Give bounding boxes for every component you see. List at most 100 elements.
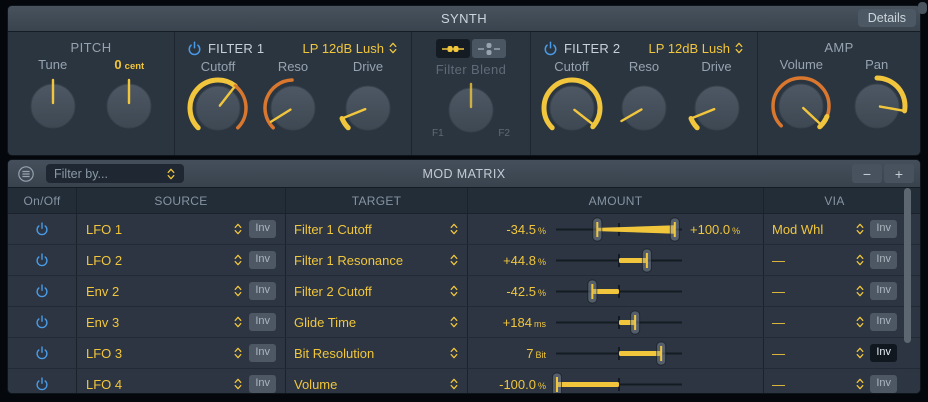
source-select[interactable]: LFO 3 [86,346,227,361]
details-button[interactable]: Details [858,9,916,27]
filter1-title: FILTER 1 [208,41,264,56]
amount-value[interactable]: +44.8% [474,253,546,268]
target-select[interactable]: Filter 1 Cutoff [294,222,445,237]
knob-reso[interactable]: Reso [612,58,676,139]
filter-by-select[interactable]: Filter by... [46,164,184,183]
amount-slider[interactable] [554,214,684,244]
knob-0[interactable]: 0cent [97,56,161,137]
chevron-updown-icon[interactable] [449,283,459,299]
source-inv-button[interactable]: Inv [249,282,276,299]
remove-row-button[interactable]: − [852,164,882,183]
amount-slider[interactable] [554,338,684,368]
chevron-updown-icon[interactable] [855,314,865,330]
via-inv-button[interactable]: Inv [870,251,897,268]
synth-panel: SYNTH Details PITCH Tune0cent FILTER 1 L… [8,6,920,155]
chevron-updown-icon[interactable] [449,221,459,237]
chevron-updown-icon[interactable] [233,283,243,299]
knob-reso[interactable]: Reso [261,58,325,139]
row-power-cell[interactable] [8,276,77,306]
via-inv-button[interactable]: Inv [870,344,897,361]
via-inv-button[interactable]: Inv [870,375,897,392]
source-select[interactable]: LFO 2 [86,253,227,268]
filter1-power-icon[interactable] [187,41,202,56]
chevron-updown-icon[interactable] [449,252,459,268]
filter-blend-section: Filter Blend F1 F2 [411,32,530,155]
filter2-mode-select[interactable]: LP 12dB Lush [649,40,744,56]
row-power-cell[interactable] [8,369,77,393]
via-inv-button[interactable]: Inv [870,313,897,330]
mod-matrix-row: LFO 3 Inv Bit Resolution 7Bit — Inv [8,338,920,369]
via-inv-button[interactable]: Inv [870,282,897,299]
action-menu-button[interactable] [17,165,35,183]
chevron-updown-icon[interactable] [233,252,243,268]
row-power-cell[interactable] [8,245,77,275]
source-select[interactable]: Env 2 [86,284,227,299]
target-select[interactable]: Glide Time [294,315,445,330]
chevron-updown-icon[interactable] [449,314,459,330]
chevron-updown-icon[interactable] [855,345,865,361]
amount-value[interactable]: -100.0% [474,377,546,392]
via-select[interactable]: — [772,377,850,392]
row-power-cell[interactable] [8,338,77,368]
row-power-cell[interactable] [8,214,77,244]
source-inv-button[interactable]: Inv [249,251,276,268]
chevron-updown-icon[interactable] [233,376,243,392]
via-amount[interactable]: +100.0% [690,222,740,237]
knob-drive[interactable]: Drive [685,58,749,139]
knob-cutoff[interactable]: Cutoff [186,58,250,139]
chevron-updown-icon[interactable] [855,283,865,299]
amount-value[interactable]: 7Bit [474,346,546,361]
source-select[interactable]: Env 3 [86,315,227,330]
via-select[interactable]: — [772,284,850,299]
amount-value[interactable]: +184ms [474,315,546,330]
chevron-updown-icon[interactable] [855,221,865,237]
knob-drive[interactable]: Drive [336,58,400,139]
source-inv-button[interactable]: Inv [249,220,276,237]
target-select[interactable]: Filter 1 Resonance [294,253,445,268]
source-inv-button[interactable]: Inv [249,313,276,330]
via-inv-button[interactable]: Inv [870,220,897,237]
serial-routing-button[interactable] [436,39,470,58]
amount-value[interactable]: -34.5% [474,222,546,237]
via-select[interactable]: — [772,315,850,330]
row-source-cell: LFO 2 Inv [77,245,286,275]
filter1-mode-select[interactable]: LP 12dB Lush [303,40,398,56]
chevron-updown-icon[interactable] [449,345,459,361]
row-power-cell[interactable] [8,307,77,337]
chevron-updown-icon[interactable] [233,314,243,330]
target-select[interactable]: Volume [294,377,445,392]
mod-matrix-panel: MOD MATRIX Filter by... − + On/Off SOURC… [8,160,920,393]
source-select[interactable]: LFO 4 [86,377,227,392]
target-select[interactable]: Filter 2 Cutoff [294,284,445,299]
via-select[interactable]: — [772,253,850,268]
amount-slider[interactable] [554,307,684,337]
chevron-updown-icon[interactable] [449,376,459,392]
amount-slider[interactable] [554,245,684,275]
amount-slider[interactable] [554,369,684,393]
window-scrollbar-thumb[interactable] [918,2,927,14]
amount-value[interactable]: -42.5% [474,284,546,299]
source-select[interactable]: LFO 1 [86,222,227,237]
chevron-updown-icon[interactable] [233,221,243,237]
chevron-updown-icon[interactable] [855,252,865,268]
mod-matrix-rows: LFO 1 Inv Filter 1 Cutoff -34.5% +100.0%… [8,214,920,393]
chevron-updown-icon[interactable] [855,376,865,392]
mod-matrix-scrollbar[interactable] [904,188,911,343]
knob-volume[interactable]: Volume [769,56,833,137]
add-row-button[interactable]: + [884,164,914,183]
row-target-cell: Volume [286,369,468,393]
amount-slider[interactable] [554,276,684,306]
knob-pan[interactable]: Pan [845,56,909,137]
knob-cutoff[interactable]: Cutoff [540,58,604,139]
source-inv-button[interactable]: Inv [249,375,276,392]
target-select[interactable]: Bit Resolution [294,346,445,361]
row-target-cell: Bit Resolution [286,338,468,368]
filter-blend-knob[interactable]: F1 F2 [439,77,503,146]
parallel-routing-button[interactable] [472,39,506,58]
via-select[interactable]: — [772,346,850,361]
via-select[interactable]: Mod Whl [772,222,850,237]
filter2-power-icon[interactable] [543,41,558,56]
chevron-updown-icon[interactable] [233,345,243,361]
knob-tune[interactable]: Tune [21,56,85,137]
source-inv-button[interactable]: Inv [249,344,276,361]
